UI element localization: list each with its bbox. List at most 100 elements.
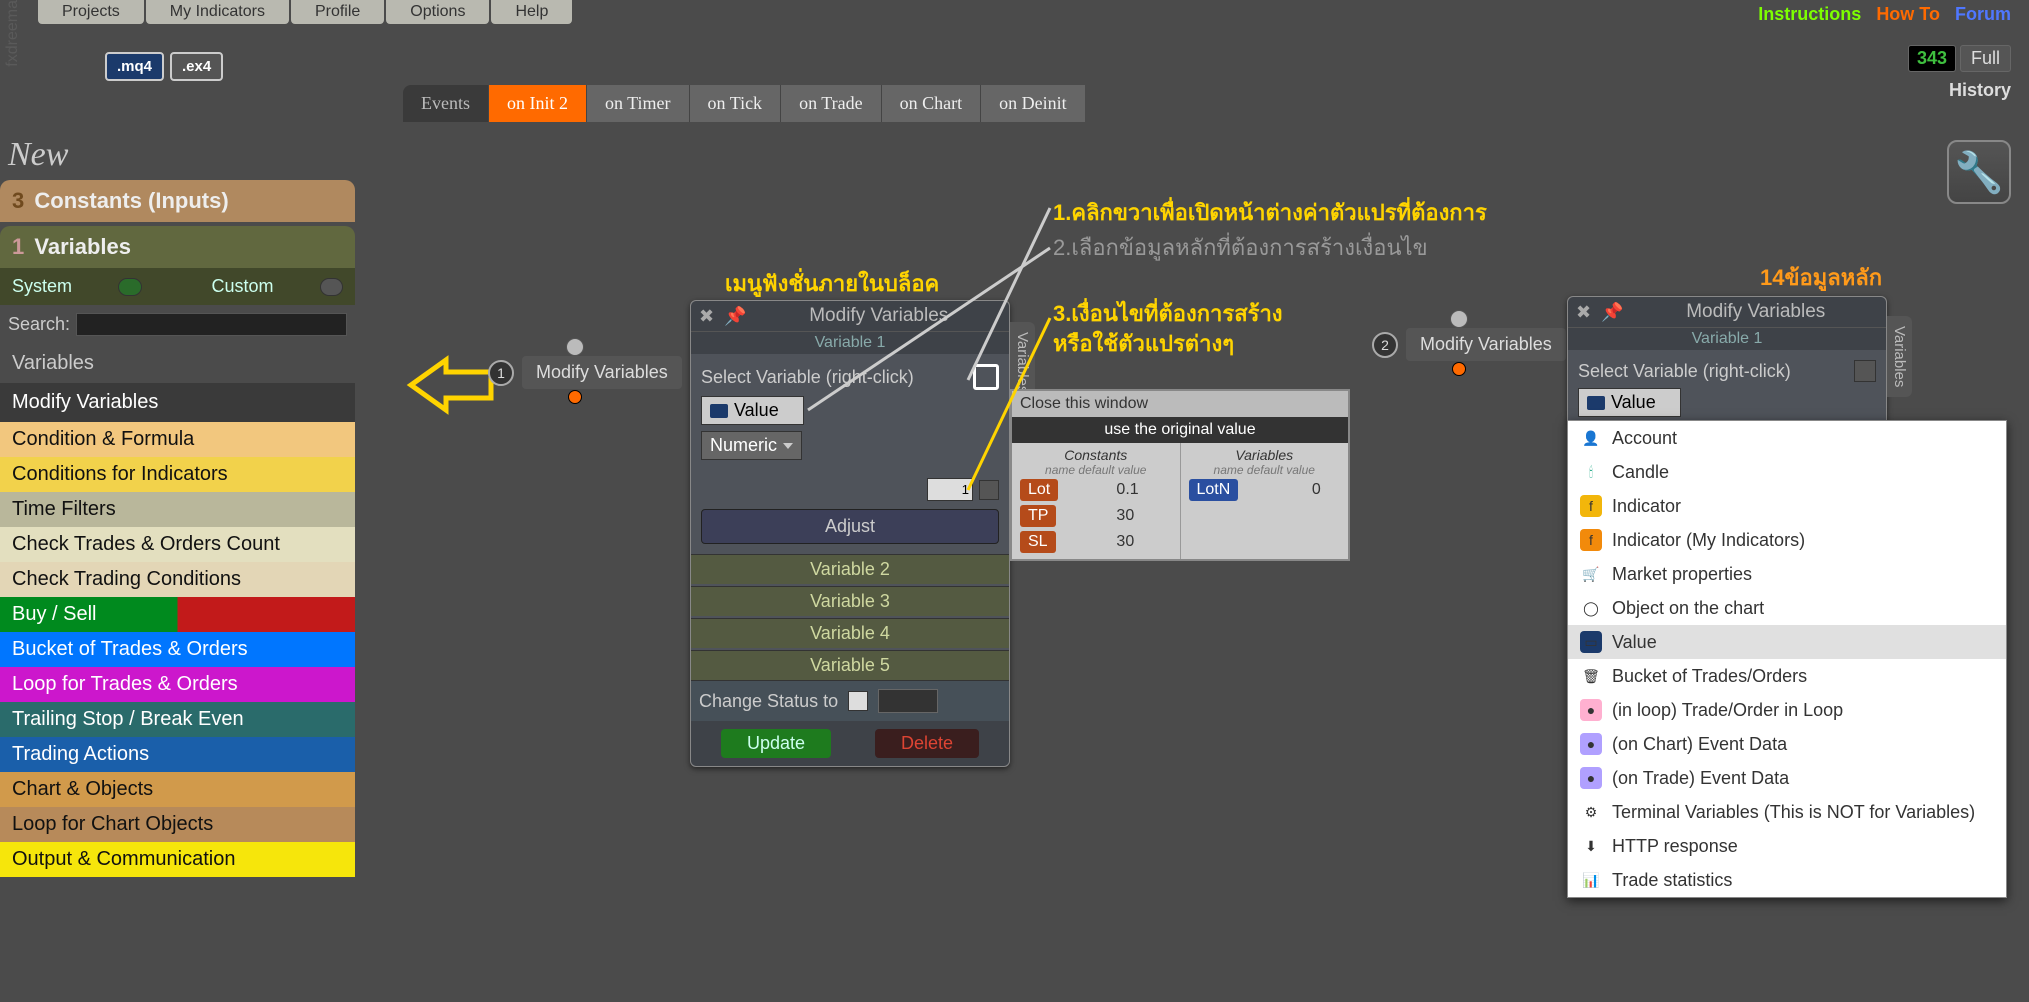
- node-2[interactable]: 2 Modify Variables: [1372, 328, 1566, 361]
- tab-on-deinit[interactable]: on Deinit: [980, 85, 1085, 122]
- ctx-item--on-chart-event-data[interactable]: ●(on Chart) Event Data: [1568, 727, 2006, 761]
- sidebar-item-output-communication[interactable]: Output & Communication: [0, 842, 355, 877]
- tab-on-trade[interactable]: on Trade: [780, 85, 881, 122]
- sidebar-item-modify-variables[interactable]: Modify Variables: [0, 383, 355, 422]
- tab-on-init[interactable]: on Init 2: [488, 85, 586, 122]
- counter-mode[interactable]: Full: [1960, 45, 2011, 72]
- node-1[interactable]: 1 Modify Variables: [488, 356, 682, 389]
- sidebar-variables-header[interactable]: 1 Variables: [0, 226, 355, 268]
- ctx-item-bucket-of-trades-orders[interactable]: 🗑Bucket of Trades/Orders: [1568, 659, 2006, 693]
- caret-icon: [1662, 400, 1672, 406]
- sidebar-item-condition-formula[interactable]: Condition & Formula: [0, 422, 355, 457]
- ctx-item--on-trade-event-data[interactable]: ●(on Trade) Event Data: [1568, 761, 2006, 795]
- panel1-close-icon[interactable]: ✖: [699, 306, 714, 327]
- panel1-select-variable-box[interactable]: [973, 364, 999, 390]
- sidebar-item-loop-for-trades-orders[interactable]: Loop for Trades & Orders: [0, 667, 355, 702]
- ctx-item-indicator[interactable]: f Indicator: [1568, 489, 2006, 523]
- node1-top-connector[interactable]: [566, 338, 584, 356]
- sidebar-item-time-filters[interactable]: Time Filters: [0, 492, 355, 527]
- panel1-variable-3[interactable]: Variable 3: [691, 586, 1009, 616]
- ctx-item-http-response[interactable]: ⬇HTTP response: [1568, 829, 2006, 863]
- ctx-item-market-properties[interactable]: 🛒Market properties: [1568, 557, 2006, 591]
- node2-bottom-connector[interactable]: [1452, 362, 1466, 376]
- panel2-close-icon[interactable]: ✖: [1576, 302, 1591, 323]
- sidebar-item-check-trades-orders-count[interactable]: Check Trades & Orders Count: [0, 527, 355, 562]
- panel2-variable1-header[interactable]: Variable 1: [1568, 327, 1886, 350]
- panel1-change-status-checkbox[interactable]: [848, 691, 868, 711]
- menu-options[interactable]: Options: [386, 0, 489, 24]
- panel1-variable-5[interactable]: Variable 5: [691, 650, 1009, 680]
- sidebar-item-chart-objects[interactable]: Chart & Objects: [0, 772, 355, 807]
- wrench-tool-icon[interactable]: 🔧: [1947, 140, 2011, 204]
- badge-mq4[interactable]: .mq4: [105, 52, 164, 81]
- panel1-update-button[interactable]: Update: [721, 729, 831, 758]
- panel1-numeric-input[interactable]: [927, 478, 973, 501]
- panel1-adjust-button[interactable]: Adjust: [701, 509, 999, 544]
- value-icon: [710, 404, 728, 418]
- constant-chip[interactable]: SL: [1020, 531, 1056, 553]
- panel2-pin-icon[interactable]: 📌: [1601, 302, 1623, 323]
- variable-chip[interactable]: LotN: [1189, 479, 1239, 501]
- menu-projects[interactable]: Projects: [38, 0, 144, 24]
- sidebar-system-custom: System Custom: [0, 268, 355, 305]
- panel1-change-status-field[interactable]: [878, 689, 938, 713]
- panel1-value-dropdown[interactable]: Value: [701, 396, 804, 425]
- sidebar-item-buy-sell[interactable]: Buy / Sell: [0, 597, 355, 632]
- panel-modify-variables-1: ✖ 📌 Modify Variables Variable 1 Select V…: [690, 300, 1010, 767]
- link-forum[interactable]: Forum: [1955, 4, 2011, 24]
- context-menu: 👤Account🕯Candle f Indicator fIndicator (My …: [1567, 420, 2007, 898]
- history-link[interactable]: History: [1949, 80, 2011, 101]
- constant-chip[interactable]: Lot: [1020, 479, 1058, 501]
- ctx-item-account[interactable]: 👤Account: [1568, 421, 2006, 455]
- menu-help[interactable]: Help: [491, 0, 572, 24]
- ctx-item-object-on-the-chart[interactable]: ◯Object on the chart: [1568, 591, 2006, 625]
- panel1-numeric-aux-box[interactable]: [979, 480, 999, 500]
- tab-on-timer[interactable]: on Timer: [586, 85, 689, 122]
- system-toggle[interactable]: [118, 278, 141, 296]
- panel2-side-tab-variables[interactable]: Variables: [1887, 316, 1912, 397]
- variable-value: 0: [1308, 477, 1344, 503]
- sidebar-item-conditions-for-indicators[interactable]: Conditions for Indicators: [0, 457, 355, 492]
- menu-profile[interactable]: Profile: [291, 0, 384, 24]
- ctx-item--in-loop-trade-order-in-loop[interactable]: ●(in loop) Trade/Order in Loop: [1568, 693, 2006, 727]
- sidebar-item-bucket-of-trades-orders[interactable]: Bucket of Trades & Orders: [0, 632, 355, 667]
- ctx-item-terminal-variables-this-is-not-for-variables-[interactable]: ⚙Terminal Variables (This is NOT for Var…: [1568, 795, 2006, 829]
- panel1-numeric-dropdown[interactable]: Numeric: [701, 431, 802, 460]
- link-instructions[interactable]: Instructions: [1758, 4, 1861, 24]
- file-badges: .mq4 .ex4: [105, 52, 223, 81]
- node1-bottom-connector[interactable]: [568, 390, 582, 404]
- popup-variables-header: Variables: [1185, 447, 1345, 463]
- node2-top-connector[interactable]: [1450, 310, 1468, 328]
- panel1-pin-icon[interactable]: 📌: [724, 306, 746, 327]
- panel1-variable-2[interactable]: Variable 2: [691, 554, 1009, 584]
- ctx-item-trade-statistics[interactable]: 📊Trade statistics: [1568, 863, 2006, 897]
- constant-chip[interactable]: TP: [1020, 505, 1056, 527]
- badge-ex4[interactable]: .ex4: [170, 52, 223, 81]
- ctx-label: Terminal Variables (This is NOT for Vari…: [1612, 802, 1975, 823]
- tab-on-chart[interactable]: on Chart: [881, 85, 981, 122]
- panel1-variable-4[interactable]: Variable 4: [691, 618, 1009, 648]
- tab-on-tick[interactable]: on Tick: [689, 85, 781, 122]
- sidebar-constants-header[interactable]: 3 Constants (Inputs): [0, 180, 355, 222]
- ctx-item-indicator-my-indicators-[interactable]: fIndicator (My Indicators): [1568, 523, 2006, 557]
- panel2-select-variable-label: Select Variable (right-click): [1578, 361, 1791, 382]
- menu-my-indicators[interactable]: My Indicators: [146, 0, 289, 24]
- ctx-label: Indicator: [1612, 496, 1681, 517]
- popup-use-original[interactable]: use the original value: [1012, 417, 1348, 443]
- panel1-variable1-header[interactable]: Variable 1: [691, 331, 1009, 354]
- ctx-icon: f: [1580, 495, 1602, 517]
- ctx-item-value[interactable]: ▭Value: [1568, 625, 2006, 659]
- sidebar-item-loop-for-chart-objects[interactable]: Loop for Chart Objects: [0, 807, 355, 842]
- link-howto[interactable]: How To: [1876, 4, 1940, 24]
- search-input[interactable]: [76, 313, 347, 336]
- popup-close[interactable]: Close this window: [1012, 391, 1348, 417]
- panel1-delete-button[interactable]: Delete: [875, 729, 979, 758]
- popup-variables-subheader: name default value: [1185, 463, 1345, 477]
- panel2-select-variable-box[interactable]: [1854, 360, 1876, 382]
- panel2-value-dropdown[interactable]: Value: [1578, 388, 1681, 417]
- sidebar-item-check-trading-conditions[interactable]: Check Trading Conditions: [0, 562, 355, 597]
- custom-toggle[interactable]: [320, 278, 343, 296]
- sidebar-item-trailing-stop-break-even[interactable]: Trailing Stop / Break Even: [0, 702, 355, 737]
- ctx-item-candle[interactable]: 🕯Candle: [1568, 455, 2006, 489]
- sidebar-item-trading-actions[interactable]: Trading Actions: [0, 737, 355, 772]
